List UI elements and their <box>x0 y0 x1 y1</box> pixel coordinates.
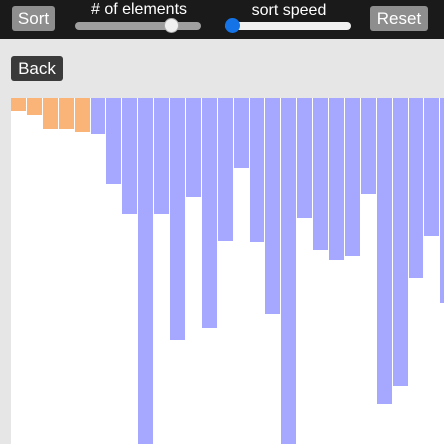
sort-bar <box>329 98 345 260</box>
sort-bar <box>393 98 409 386</box>
sort-bar <box>186 98 202 197</box>
sort-button[interactable]: Sort <box>12 6 55 31</box>
sort-bar <box>361 98 377 194</box>
sort-bar <box>91 98 106 134</box>
sort-bar <box>297 98 313 218</box>
sort-bar <box>11 98 27 111</box>
sort-bar <box>218 98 234 241</box>
sort-bar <box>250 98 265 242</box>
back-button[interactable]: Back <box>11 56 63 81</box>
sort-bar <box>202 98 218 328</box>
speed-label: sort speed <box>251 2 327 19</box>
sort-bar <box>122 98 138 214</box>
speed-slider-thumb[interactable] <box>225 18 240 33</box>
sort-bar <box>281 98 297 444</box>
sort-bar <box>59 98 75 129</box>
sort-bar <box>265 98 281 314</box>
elements-label: # of elements <box>90 1 188 18</box>
sort-bar <box>234 98 250 168</box>
sort-bar <box>313 98 329 250</box>
sort-bar <box>75 98 91 132</box>
sort-bar <box>106 98 122 184</box>
sort-bar <box>424 98 440 236</box>
sort-bar <box>43 98 59 129</box>
speed-slider-track[interactable] <box>225 22 351 30</box>
sort-bar <box>409 98 424 278</box>
sort-visualization-panel <box>11 98 444 444</box>
sort-bar <box>154 98 170 214</box>
sort-bar <box>138 98 154 444</box>
toolbar: Sort # of elements sort speed Reset <box>0 0 444 39</box>
sort-bar <box>170 98 186 340</box>
elements-slider-thumb[interactable] <box>164 18 179 33</box>
reset-button[interactable]: Reset <box>370 6 428 31</box>
sort-bar <box>440 98 444 303</box>
sort-bar <box>345 98 361 256</box>
sort-bar <box>377 98 393 404</box>
elements-slider-track[interactable] <box>75 22 201 30</box>
sort-bar <box>27 98 43 115</box>
